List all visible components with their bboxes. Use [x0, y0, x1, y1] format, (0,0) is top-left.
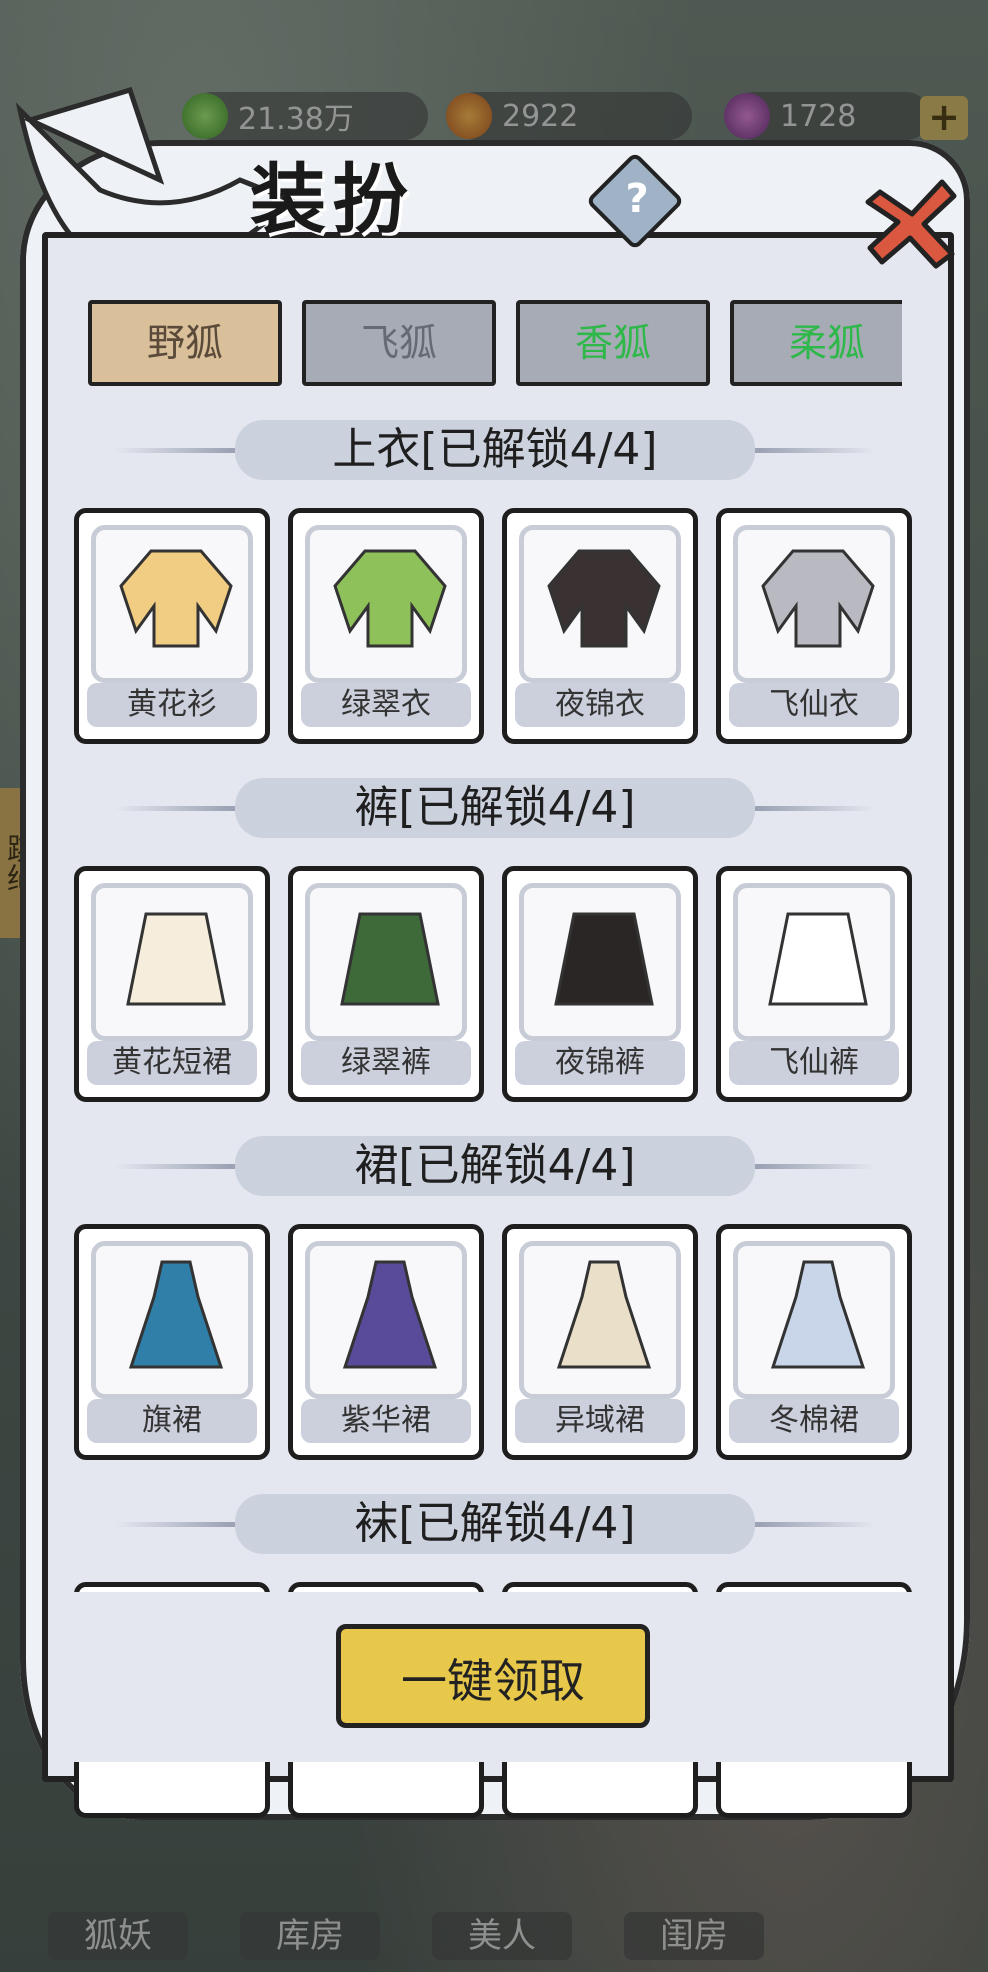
costume-name: 绿翠裤: [301, 1041, 471, 1085]
night-top-icon: [547, 549, 661, 648]
costume-image-frame: [91, 525, 253, 683]
costume-image-frame: [519, 883, 681, 1041]
costume-image-frame: [305, 1241, 467, 1399]
section-header: 裤[已解锁4/4]: [115, 778, 875, 838]
claim-all-button[interactable]: 一键领取: [336, 1624, 650, 1728]
costume-name: 飞仙衣: [729, 683, 899, 727]
tab-soft-fox[interactable]: 柔狐: [730, 300, 902, 386]
yellow-top-icon: [119, 549, 233, 648]
exotic-dress-icon: [556, 1260, 652, 1369]
costume-image-frame: [519, 525, 681, 683]
costume-card[interactable]: 夜锦衣: [502, 508, 698, 744]
tab-flying-fox[interactable]: 飞狐: [302, 300, 496, 386]
costume-image-frame: [305, 525, 467, 683]
costume-name: 夜锦裤: [515, 1041, 685, 1085]
winter-dress-icon: [770, 1260, 866, 1369]
costume-name: 旗裙: [87, 1399, 257, 1443]
qipao-icon: [128, 1260, 224, 1369]
costume-card[interactable]: 异域裙: [502, 1224, 698, 1460]
section-title: 裤[已解锁4/4]: [235, 778, 755, 838]
costume-card[interactable]: 绿翠裤: [288, 866, 484, 1102]
costume-name: 冬棉裙: [729, 1399, 899, 1443]
green-top-icon: [333, 549, 447, 648]
costume-card[interactable]: 黄花短裙: [74, 866, 270, 1102]
section-header: 上衣[已解锁4/4]: [115, 420, 875, 480]
costume-card[interactable]: 冬棉裙: [716, 1224, 912, 1460]
costume-card[interactable]: 飞仙裤: [716, 866, 912, 1102]
close-icon[interactable]: [862, 170, 962, 270]
costume-image-frame: [91, 883, 253, 1041]
green-pants-icon: [340, 912, 440, 1006]
section-header: 裙[已解锁4/4]: [115, 1136, 875, 1196]
costume-image-frame: [519, 1241, 681, 1399]
costume-card[interactable]: 绿翠衣: [288, 508, 484, 744]
costume-image-frame: [91, 1241, 253, 1399]
page-title: 装扮: [250, 155, 414, 244]
costume-card[interactable]: 紫华裙: [288, 1224, 484, 1460]
costume-image-frame: [305, 883, 467, 1041]
fairy-pants-icon: [768, 912, 868, 1006]
costume-name: 夜锦衣: [515, 683, 685, 727]
section-header: 袜[已解锁4/4]: [115, 1494, 875, 1554]
costume-name: 黄花衫: [87, 683, 257, 727]
costume-name: 紫华裙: [301, 1399, 471, 1443]
costume-card[interactable]: 飞仙衣: [716, 508, 912, 744]
costume-name: 绿翠衣: [301, 683, 471, 727]
category-tabs: 野狐 飞狐 香狐 柔狐: [88, 300, 902, 386]
question-icon: ?: [625, 175, 649, 222]
section-title: 裙[已解锁4/4]: [235, 1136, 755, 1196]
costume-name: 飞仙裤: [729, 1041, 899, 1085]
costume-card[interactable]: 夜锦裤: [502, 866, 698, 1102]
section-title: 袜[已解锁4/4]: [235, 1494, 755, 1554]
tab-fragrant-fox[interactable]: 香狐: [516, 300, 710, 386]
costume-name: 黄花短裙: [87, 1041, 257, 1085]
costume-card[interactable]: 旗裙: [74, 1224, 270, 1460]
costume-image-frame: [733, 1241, 895, 1399]
section-title: 上衣[已解锁4/4]: [235, 420, 755, 480]
costume-image-frame: [733, 525, 895, 683]
tab-wild-fox[interactable]: 野狐: [88, 300, 282, 386]
yellow-skirt-icon: [126, 912, 226, 1006]
costume-name: 异域裙: [515, 1399, 685, 1443]
purple-dress-icon: [342, 1260, 438, 1369]
costume-image-frame: [733, 883, 895, 1041]
costume-card[interactable]: 黄花衫: [74, 508, 270, 744]
night-skirt-icon: [554, 912, 654, 1006]
fairy-top-icon: [761, 549, 875, 648]
